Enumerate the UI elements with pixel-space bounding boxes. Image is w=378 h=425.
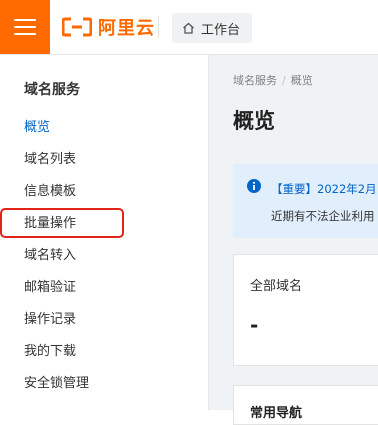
info-icon <box>247 179 261 193</box>
logo-text: 阿里云 <box>98 18 155 39</box>
breadcrumb-item: 概览 <box>290 74 313 87</box>
highlight-annotation-box <box>0 208 124 238</box>
page-title: 概览 <box>233 109 275 133</box>
all-domains-value: - <box>250 313 259 337</box>
sidebar-item-info-template[interactable]: 信息模板 <box>0 176 208 208</box>
menu-button[interactable] <box>0 0 50 54</box>
sidebar-item-security-lock[interactable]: 安全锁管理 <box>0 368 208 400</box>
breadcrumb: 域名服务 / 概览 <box>233 72 313 88</box>
header-divider <box>158 16 159 38</box>
common-navigation-card: 常用导航 <box>233 385 378 425</box>
workbench-button[interactable]: 工作台 <box>172 13 252 43</box>
aliyun-logo[interactable]: 阿里云 <box>62 16 155 39</box>
notice-text: 近期有不法企业利用 <box>271 209 375 223</box>
breadcrumb-item[interactable]: 域名服务 <box>233 74 277 87</box>
workbench-label: 工作台 <box>201 22 241 38</box>
main-content: 域名服务 / 概览 概览 【重要】2022年2月 近期有不法企业利用 全部域名 - … <box>209 55 378 425</box>
sidebar-item-operation-log[interactable]: 操作记录 <box>0 304 208 336</box>
sidebar-item-domain-list[interactable]: 域名列表 <box>0 144 208 176</box>
breadcrumb-separator: / <box>282 74 286 87</box>
common-navigation-label: 常用导航 <box>250 406 303 421</box>
sidebar-item-email-verification[interactable]: 邮箱验证 <box>0 272 208 304</box>
notice-banner: 【重要】2022年2月 近期有不法企业利用 <box>233 164 378 238</box>
sidebar-item-overview[interactable]: 概览 <box>0 112 208 144</box>
home-icon <box>183 22 194 34</box>
all-domains-card: 全部域名 - <box>233 254 378 366</box>
hamburger-icon <box>14 18 36 36</box>
notice-title-link[interactable]: 【重要】2022年2月 <box>271 181 377 197</box>
aliyun-logo-icon <box>62 17 92 37</box>
sidebar-title: 域名服务 <box>24 82 80 98</box>
sidebar-item-my-downloads[interactable]: 我的下载 <box>0 336 208 368</box>
all-domains-label: 全部域名 <box>250 279 303 294</box>
top-navigation-bar: 阿里云 工作台 <box>0 0 378 55</box>
sidebar-item-domain-transfer-in[interactable]: 域名转入 <box>0 240 208 272</box>
